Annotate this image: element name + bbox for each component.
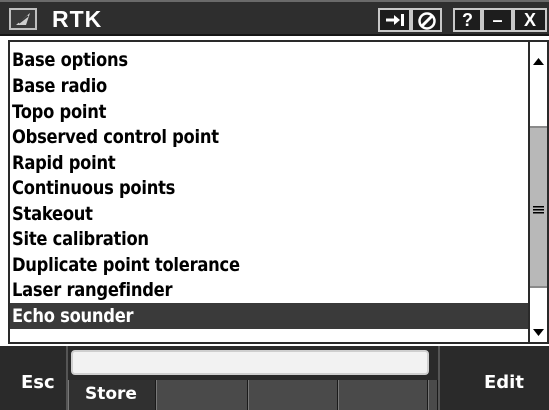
grip-icon [533, 206, 544, 214]
list-item-echo-sounder[interactable]: Echo sounder [10, 303, 530, 329]
softkey-divider-right [438, 346, 440, 410]
list-scrollbar[interactable] [528, 40, 549, 344]
close-button[interactable]: X [513, 8, 547, 32]
scroll-up-arrow-icon[interactable] [532, 56, 545, 66]
list-item-duplicate-point-tolerance[interactable]: Duplicate point tolerance [10, 252, 530, 278]
list-item-base-radio[interactable]: Base radio [10, 73, 530, 99]
edit-button[interactable]: Edit [484, 372, 524, 393]
list-item-continuous-points[interactable]: Continuous points [10, 175, 530, 201]
store-softkey[interactable]: Store [68, 380, 156, 410]
options-list: Base options Base radio Topo point Obser… [8, 40, 530, 344]
help-label: ? [462, 10, 473, 30]
esc-button[interactable]: Esc [21, 372, 55, 393]
list-item-stakeout[interactable]: Stakeout [10, 201, 530, 227]
softkey-bar: Esc Store Edit [0, 346, 549, 410]
list-item-laser-rangefinder[interactable]: Laser rangefinder [10, 277, 530, 303]
minimize-label: – [492, 10, 503, 30]
softkey-slot-2[interactable] [156, 380, 248, 410]
softkey-slot-5 [428, 380, 438, 410]
list-item-site-calibration[interactable]: Site calibration [10, 226, 530, 252]
minimize-button[interactable]: – [482, 8, 513, 32]
softkey-slot-3[interactable] [248, 380, 338, 410]
app-menu-icon[interactable] [9, 8, 37, 30]
list-item-rapid-point[interactable]: Rapid point [10, 150, 530, 176]
title-bar: RTK ? – X [0, 0, 549, 36]
forward-button[interactable] [378, 8, 411, 32]
no-entry-icon [417, 12, 436, 30]
store-label: Store [85, 384, 137, 404]
list-item-base-options[interactable]: Base options [10, 47, 530, 73]
command-input-bar[interactable] [71, 350, 429, 375]
softkey-slot-4[interactable] [338, 380, 428, 410]
help-button[interactable]: ? [453, 8, 482, 32]
scroll-down-arrow-icon[interactable] [532, 328, 545, 338]
list-item-observed-control-point[interactable]: Observed control point [10, 124, 530, 150]
arrow-right-icon [385, 14, 404, 26]
close-label: X [523, 10, 536, 30]
stop-button[interactable] [411, 8, 442, 32]
window-title: RTK [52, 6, 103, 32]
scroll-thumb[interactable] [530, 126, 547, 288]
list-item-topo-point[interactable]: Topo point [10, 99, 530, 125]
